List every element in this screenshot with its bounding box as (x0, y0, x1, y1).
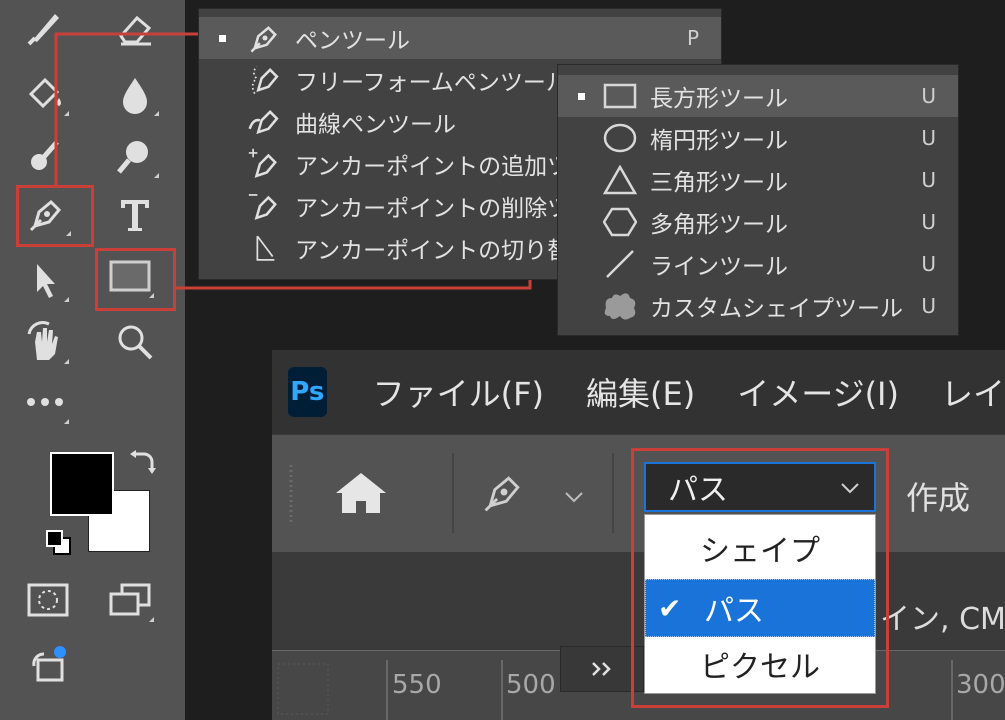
flyout-item-label: アンカーポイントの切り替 (295, 238, 571, 264)
make-label: 作成 (906, 479, 971, 517)
photoshop-logo: Ps (288, 367, 327, 417)
flyout-item-label: 長方形ツール (650, 86, 788, 112)
custom-shape-icon (598, 288, 642, 324)
shortcut-key: U (921, 168, 936, 192)
freeform-pen-icon (243, 62, 287, 98)
polygon-icon (598, 204, 642, 240)
divider (452, 453, 454, 533)
pen-icon (484, 476, 520, 512)
ruler-label: 550 (392, 670, 442, 700)
flyout-item-label: 多角形ツール (650, 212, 788, 238)
ruler: 550 500 300 (272, 646, 1005, 720)
flyout-item-ellipse[interactable]: 楕円形ツール U (558, 117, 958, 159)
flyout-item-label: カスタムシェイプツール (650, 296, 903, 322)
shortcut-key: U (921, 126, 936, 150)
double-chevron-right-icon (592, 662, 611, 676)
shortcut-key: P (686, 26, 699, 50)
selected-marker (578, 92, 585, 100)
flyout-item-label: アンカーポイントの追加ツ (295, 154, 571, 180)
menu-layer[interactable]: レイ (941, 369, 1005, 415)
ellipse-icon (598, 120, 642, 156)
option-label: パス (704, 594, 764, 629)
panel-collapse-button[interactable] (560, 646, 644, 692)
flyout-item-label: 三角形ツール (650, 170, 788, 196)
shortcut-key: U (921, 252, 936, 276)
ruler-label: 300 (956, 670, 1005, 700)
check-icon: ✔ (658, 591, 682, 625)
option-label: ピクセル (700, 650, 820, 685)
grip-handle (289, 465, 293, 525)
flyout-item-label: フリーフォームペンツール (295, 70, 569, 96)
ruler-label: 500 (506, 670, 556, 700)
tool-mode-options: シェイプ ✔ パス ピクセル (644, 514, 876, 694)
flyout-item-polygon[interactable]: 多角形ツール U (558, 201, 958, 243)
delete-anchor-icon (243, 188, 287, 224)
rectangle-icon (598, 78, 642, 114)
photoshop-window: Ps ファイル(F) 編集(E) イメージ(I) レイ 作成 イン, CM 55… (272, 350, 1005, 720)
flyout-item-label: 楕円形ツール (650, 128, 788, 154)
flyout-item-pen[interactable]: ペンツール P (199, 17, 721, 59)
flyout-item-triangle[interactable]: 三角形ツール U (558, 159, 958, 201)
shortcut-key: U (921, 84, 936, 108)
mode-option-path[interactable]: ✔ パス (645, 579, 875, 637)
line-icon (598, 246, 642, 282)
tool-preset-picker[interactable] (478, 469, 530, 519)
chevron-down-icon (841, 483, 859, 494)
convert-point-icon (243, 230, 287, 266)
shortcut-key: U (921, 294, 936, 318)
flyout-item-rectangle[interactable]: 長方形ツール U (558, 75, 958, 117)
flyout-item-label: 曲線ペンツール (295, 112, 456, 138)
mode-option-pixels[interactable]: ピクセル (645, 635, 875, 693)
home-icon (336, 473, 386, 513)
curvature-pen-icon (243, 104, 287, 140)
flyout-item-custom-shape[interactable]: カスタムシェイプツール U (558, 285, 958, 327)
divider (612, 453, 614, 533)
shortcut-key: U (921, 210, 936, 234)
pen-icon (243, 20, 287, 56)
mode-option-shape[interactable]: シェイプ (645, 519, 875, 577)
menu-bar: Ps ファイル(F) 編集(E) イメージ(I) レイ (272, 350, 1005, 434)
menu-edit[interactable]: 編集(E) (586, 369, 695, 415)
flyout-item-label: アンカーポイントの削除ツ (295, 196, 571, 222)
selected-mode: パス (668, 473, 728, 508)
tool-mode-select[interactable]: パス (644, 462, 876, 512)
selected-marker (219, 34, 226, 42)
shape-tool-flyout: 長方形ツール U 楕円形ツール U 三角形ツール U 多角形ツール U ラインツ… (557, 64, 959, 336)
flyout-item-line[interactable]: ラインツール U (558, 243, 958, 285)
menu-file[interactable]: ファイル(F) (373, 369, 544, 415)
add-anchor-icon (243, 146, 287, 182)
flyout-item-label: ラインツール (650, 254, 788, 280)
options-bar: 作成 (272, 434, 1005, 553)
chevron-down-icon (565, 492, 583, 503)
partial-label: イン, CM (880, 602, 1005, 637)
option-label: シェイプ (700, 534, 820, 569)
flyout-item-label: ペンツール (295, 28, 410, 54)
home-button[interactable] (334, 471, 388, 519)
triangle-icon (598, 162, 642, 198)
menu-image[interactable]: イメージ(I) (737, 369, 899, 415)
